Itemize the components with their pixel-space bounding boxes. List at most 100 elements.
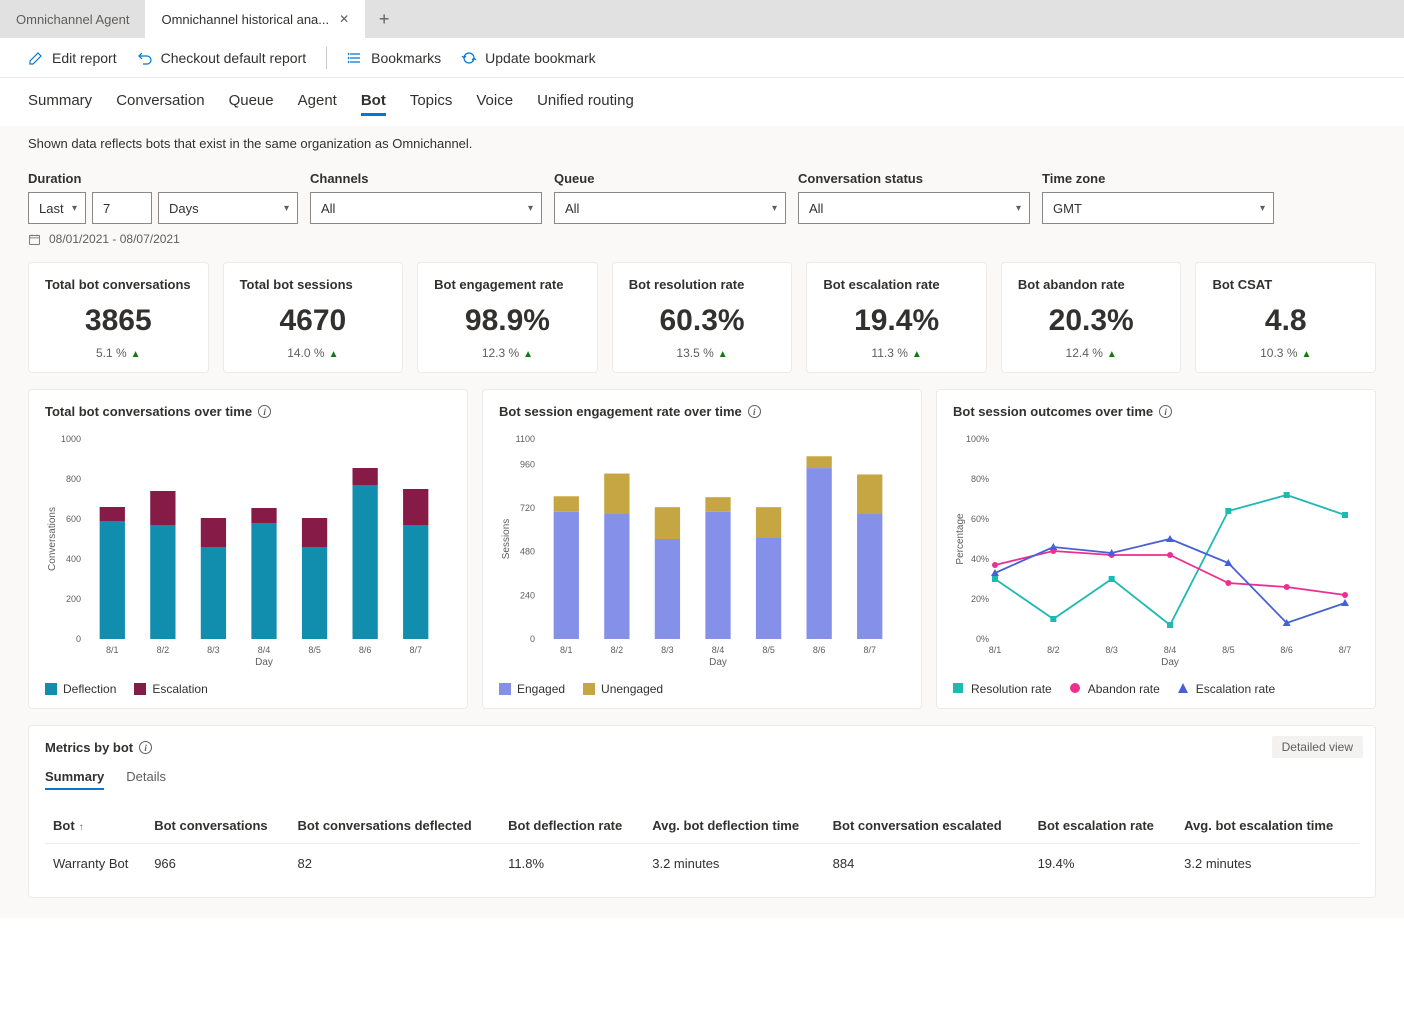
- table-header[interactable]: Avg. bot escalation time: [1176, 808, 1359, 844]
- org-note: Shown data reflects bots that exist in t…: [28, 136, 1376, 151]
- chart-title: Total bot conversations over time: [45, 404, 252, 419]
- status-select[interactable]: All▾: [798, 192, 1030, 224]
- timezone-select[interactable]: GMT▾: [1042, 192, 1274, 224]
- kpi-delta: 12.3 %▲: [434, 346, 581, 360]
- legend-item[interactable]: Resolution rate: [953, 682, 1052, 696]
- svg-text:8/2: 8/2: [1047, 645, 1060, 655]
- new-tab-button[interactable]: +: [365, 0, 403, 38]
- kpi-delta: 10.3 %▲: [1212, 346, 1359, 360]
- sub-tab-summary[interactable]: Summary: [45, 769, 104, 790]
- svg-text:Percentage: Percentage: [955, 513, 966, 565]
- kpi-value: 19.4%: [823, 304, 970, 338]
- chart-title: Bot session outcomes over time: [953, 404, 1153, 419]
- update-bookmark-button[interactable]: Update bookmark: [461, 50, 596, 66]
- tab-voice[interactable]: Voice: [476, 92, 513, 116]
- table-header[interactable]: Bot conversations deflected: [290, 808, 501, 844]
- up-arrow-icon: ▲: [718, 349, 728, 360]
- info-icon[interactable]: i: [748, 405, 761, 418]
- table-cell: 884: [825, 844, 1030, 884]
- tab-topics[interactable]: Topics: [410, 92, 453, 116]
- info-icon[interactable]: i: [1159, 405, 1172, 418]
- charts-row: Total bot conversations over timei 02004…: [28, 389, 1376, 709]
- detailed-view-button[interactable]: Detailed view: [1272, 736, 1363, 758]
- duration-unit-select[interactable]: Days▾: [158, 192, 298, 224]
- tab-summary[interactable]: Summary: [28, 92, 92, 116]
- metrics-by-bot-card: Metrics by bot i Detailed view Summary De…: [28, 725, 1376, 898]
- tab-omnichannel-agent[interactable]: Omnichannel Agent: [0, 0, 145, 38]
- kpi-card: Total bot conversations 3865 5.1 %▲: [28, 262, 209, 373]
- svg-text:8/5: 8/5: [308, 645, 321, 655]
- table-cell: 3.2 minutes: [644, 844, 824, 884]
- tab-agent[interactable]: Agent: [298, 92, 337, 116]
- kpi-title: Bot CSAT: [1212, 277, 1359, 292]
- up-arrow-icon: ▲: [912, 349, 922, 360]
- filter-label-queue: Queue: [554, 171, 786, 186]
- chevron-down-icon: ▾: [1016, 203, 1021, 214]
- report-toolbar: Edit report Checkout default report Book…: [0, 38, 1404, 78]
- card-title: Metrics by bot: [45, 740, 133, 755]
- table-header[interactable]: Bot deflection rate: [500, 808, 644, 844]
- line-chart: 0%20%40%60%80%100%8/18/28/38/48/58/68/7D…: [953, 429, 1359, 669]
- svg-text:100%: 100%: [966, 434, 989, 444]
- chart-legend: Resolution rate Abandon rate Escalation ra…: [953, 682, 1359, 696]
- svg-text:8/6: 8/6: [359, 645, 372, 655]
- svg-text:60%: 60%: [971, 514, 989, 524]
- kpi-delta: 12.4 %▲: [1018, 346, 1165, 360]
- bookmarks-button[interactable]: Bookmarks: [347, 50, 441, 66]
- kpi-value: 4.8: [1212, 304, 1359, 338]
- info-icon[interactable]: i: [139, 741, 152, 754]
- svg-text:8/4: 8/4: [258, 645, 271, 655]
- tab-unified-routing[interactable]: Unified routing: [537, 92, 634, 116]
- refresh-icon: [461, 50, 477, 66]
- chart-engagement-over-time: Bot session engagement rate over timei 0…: [482, 389, 922, 709]
- tab-bot[interactable]: Bot: [361, 92, 386, 116]
- table-cell: 19.4%: [1030, 844, 1177, 884]
- filter-label-status: Conversation status: [798, 171, 1030, 186]
- table-header[interactable]: Bot escalation rate: [1030, 808, 1177, 844]
- duration-relative-select[interactable]: Last▾: [28, 192, 86, 224]
- svg-text:8/5: 8/5: [762, 645, 775, 655]
- legend-item[interactable]: Abandon rate: [1070, 682, 1160, 696]
- svg-text:0: 0: [530, 634, 535, 644]
- svg-text:20%: 20%: [971, 594, 989, 604]
- kpi-value: 20.3%: [1018, 304, 1165, 338]
- channels-select[interactable]: All▾: [310, 192, 542, 224]
- table-header[interactable]: Bot conversations: [146, 808, 289, 844]
- kpi-card: Total bot sessions 4670 14.0 %▲: [223, 262, 404, 373]
- chevron-down-icon: ▾: [772, 203, 777, 214]
- kpi-value: 98.9%: [434, 304, 581, 338]
- table-header[interactable]: Bot conversation escalated: [825, 808, 1030, 844]
- table-header[interactable]: Avg. bot deflection time: [644, 808, 824, 844]
- tab-conversation[interactable]: Conversation: [116, 92, 204, 116]
- svg-text:800: 800: [66, 474, 81, 484]
- calendar-icon: [28, 233, 41, 246]
- info-icon[interactable]: i: [258, 405, 271, 418]
- legend-item[interactable]: Escalation: [134, 682, 207, 696]
- queue-select[interactable]: All▾: [554, 192, 786, 224]
- svg-text:Day: Day: [1161, 657, 1179, 668]
- up-arrow-icon: ▲: [1107, 349, 1117, 360]
- sub-tab-details[interactable]: Details: [126, 769, 166, 790]
- close-icon[interactable]: ✕: [339, 12, 349, 26]
- kpi-card: Bot engagement rate 98.9% 12.3 %▲: [417, 262, 598, 373]
- tab-queue[interactable]: Queue: [229, 92, 274, 116]
- legend-item[interactable]: Unengaged: [583, 682, 663, 696]
- table-header[interactable]: Bot↑: [45, 808, 146, 844]
- tab-historical-analytics[interactable]: Omnichannel historical ana... ✕: [145, 0, 365, 38]
- filter-bar: Duration Last▾ 7 Days▾ Channels All▾ Que…: [28, 171, 1376, 224]
- kpi-delta: 14.0 %▲: [240, 346, 387, 360]
- checkout-report-button[interactable]: Checkout default report: [137, 50, 307, 66]
- legend-item[interactable]: Escalation rate: [1178, 682, 1275, 696]
- chevron-down-icon: ▾: [1260, 203, 1265, 214]
- svg-text:8/6: 8/6: [1280, 645, 1293, 655]
- kpi-value: 60.3%: [629, 304, 776, 338]
- edit-report-button[interactable]: Edit report: [28, 50, 117, 66]
- chart-conversations-over-time: Total bot conversations over timei 02004…: [28, 389, 468, 709]
- svg-text:8/3: 8/3: [207, 645, 220, 655]
- table-row[interactable]: Warranty Bot9668211.8%3.2 minutes88419.4…: [45, 844, 1359, 884]
- svg-text:240: 240: [520, 590, 535, 600]
- svg-text:600: 600: [66, 514, 81, 524]
- legend-item[interactable]: Deflection: [45, 682, 116, 696]
- legend-item[interactable]: Engaged: [499, 682, 565, 696]
- duration-count-input[interactable]: 7: [92, 192, 152, 224]
